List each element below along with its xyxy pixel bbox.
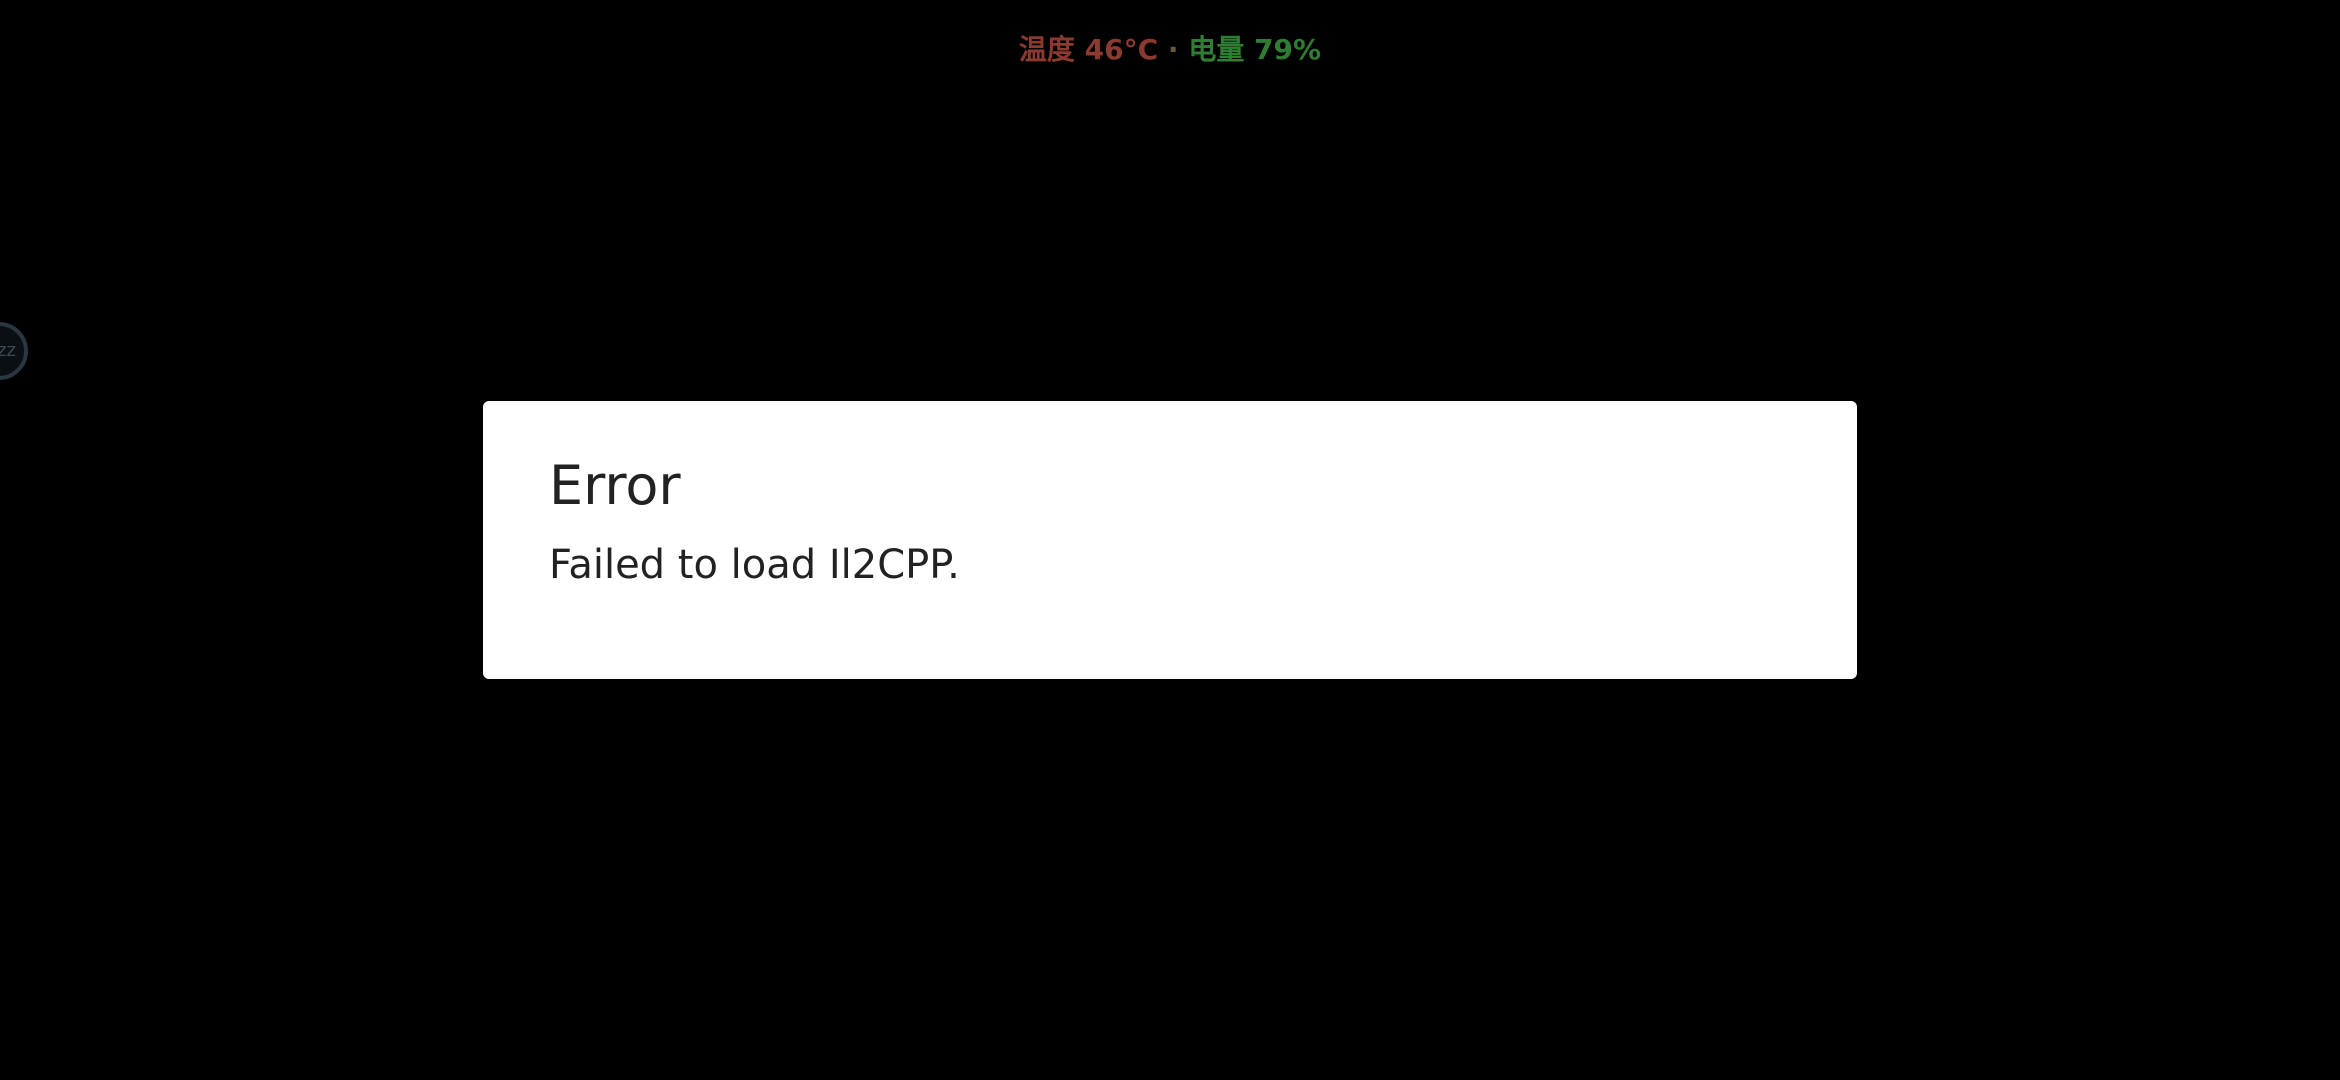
screen: 温度 46°C · 电量 79% zz Error Failed to load… bbox=[0, 0, 2340, 1080]
temperature-readout: 温度 46°C bbox=[1018, 33, 1159, 66]
battery-readout: 电量 79% bbox=[1188, 33, 1322, 66]
temperature-battery-overlay: 温度 46°C · 电量 79% bbox=[0, 30, 2340, 70]
status-separator: · bbox=[1167, 33, 1179, 66]
dialog-message: Failed to load Il2CPP. bbox=[549, 542, 960, 588]
floating-ball-glyph: zz bbox=[0, 340, 16, 361]
dialog-title: Error bbox=[549, 454, 681, 517]
error-dialog: Error Failed to load Il2CPP. bbox=[483, 401, 1857, 679]
floating-ball-icon[interactable]: zz bbox=[0, 322, 28, 380]
